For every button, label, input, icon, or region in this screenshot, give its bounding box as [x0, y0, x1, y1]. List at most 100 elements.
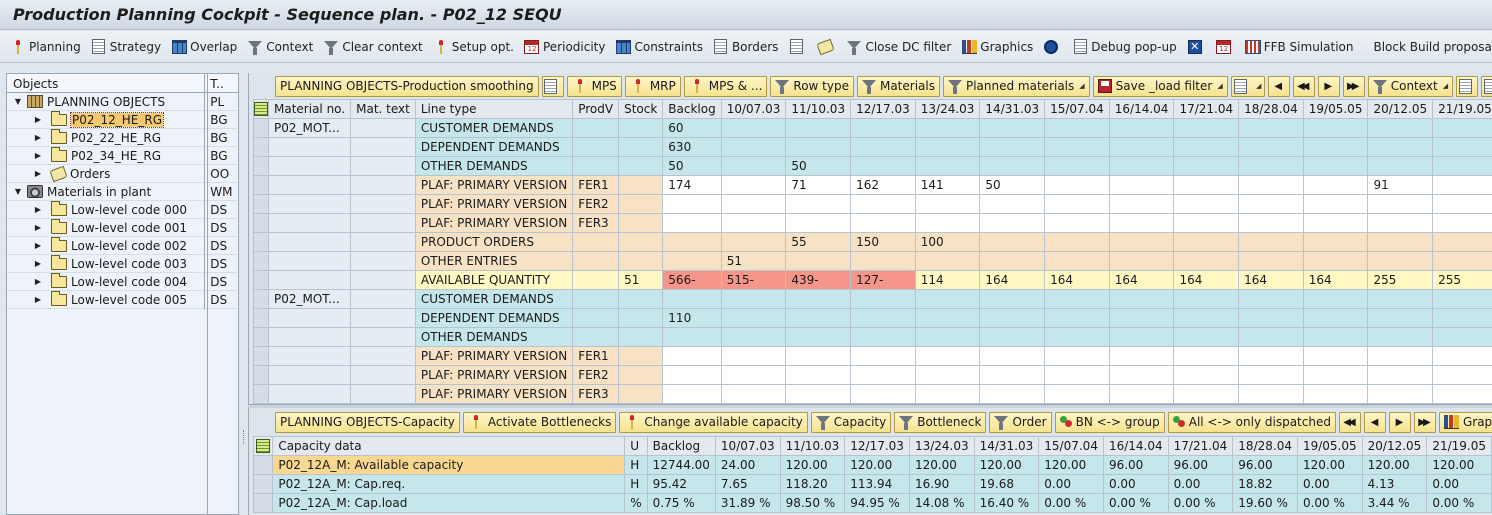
- period-cell[interactable]: [785, 251, 852, 271]
- toolbar-button-graphics[interactable]: Graphics: [961, 36, 1033, 58]
- period-cell[interactable]: 14.08 %: [908, 493, 975, 513]
- period-cell[interactable]: [914, 365, 981, 385]
- period-cell[interactable]: [1238, 365, 1304, 385]
- row-selector[interactable]: [253, 384, 269, 404]
- period-cell[interactable]: [1044, 365, 1110, 385]
- toolbar-button-debug-pop-up[interactable]: Debug pop-up: [1072, 36, 1177, 58]
- period-cell[interactable]: [914, 251, 981, 271]
- column-header[interactable]: 20/12.05: [1367, 99, 1434, 119]
- select-all-icon[interactable]: [253, 99, 269, 119]
- period-cell[interactable]: [1432, 384, 1492, 404]
- period-cell[interactable]: [1302, 251, 1369, 271]
- period-cell[interactable]: [979, 156, 1046, 176]
- period-cell[interactable]: [1302, 137, 1369, 157]
- grid-button-mps[interactable]: MPS: [566, 75, 622, 97]
- period-cell[interactable]: [785, 327, 852, 347]
- toolbar-button-scroll[interactable]: [816, 36, 836, 58]
- tree-node[interactable]: ▼ Materials in plant WM: [7, 182, 238, 201]
- period-cell[interactable]: 55: [785, 232, 852, 252]
- period-cell[interactable]: 162: [850, 175, 916, 195]
- backlog-cell[interactable]: 50: [662, 156, 722, 176]
- period-cell[interactable]: 24.00: [714, 455, 781, 475]
- period-cell[interactable]: [1432, 251, 1492, 271]
- period-cell[interactable]: [1432, 118, 1492, 138]
- period-cell[interactable]: [1044, 289, 1110, 309]
- period-cell[interactable]: 4.13: [1361, 474, 1428, 494]
- period-cell[interactable]: [1238, 118, 1304, 138]
- period-cell[interactable]: [850, 156, 916, 176]
- period-cell[interactable]: [1173, 251, 1240, 271]
- period-cell[interactable]: 120.00: [1296, 455, 1363, 475]
- tree-node-label[interactable]: Low-level code 005: [71, 293, 187, 307]
- grid-button-hierarchy[interactable]: [541, 75, 564, 97]
- toolbar-button-close-dc-filter[interactable]: Close DC filter: [846, 36, 951, 58]
- period-cell[interactable]: [1044, 156, 1110, 176]
- period-cell[interactable]: [979, 137, 1046, 157]
- expand-triangle-right-icon[interactable]: ▶: [33, 223, 43, 232]
- column-header[interactable]: 13/24.03: [908, 436, 975, 456]
- period-cell[interactable]: 7.65: [714, 474, 781, 494]
- period-cell[interactable]: 120.00: [1038, 455, 1104, 475]
- column-header[interactable]: Line type: [414, 99, 574, 119]
- capacity-data-cell[interactable]: P02_12A_M: Cap.load: [272, 493, 626, 513]
- backlog-cell[interactable]: 566-: [662, 270, 722, 290]
- material-number-cell[interactable]: [267, 270, 352, 290]
- grid-button-row-type[interactable]: Row type: [770, 75, 854, 97]
- tree-node[interactable]: ▶ Low-level code 002 DS: [7, 236, 238, 255]
- period-cell[interactable]: [1044, 213, 1110, 233]
- period-cell[interactable]: [720, 194, 787, 214]
- period-cell[interactable]: [720, 137, 787, 157]
- toolbar-button-document-list[interactable]: [788, 36, 807, 58]
- period-cell[interactable]: [1432, 289, 1492, 309]
- grid-button-planned-materials[interactable]: Planned materials ◢: [942, 75, 1090, 97]
- grid-button-last[interactable]: ▶▶: [1342, 75, 1365, 97]
- column-header[interactable]: 15/07.04: [1038, 436, 1104, 456]
- toolbar-button-planning[interactable]: Planning: [10, 36, 81, 58]
- objects-column-header[interactable]: Objects: [7, 74, 206, 92]
- period-cell[interactable]: [914, 346, 981, 366]
- period-cell[interactable]: [1173, 365, 1240, 385]
- tree-node[interactable]: ▶ P02_22_HE_RG BG: [7, 128, 238, 147]
- period-cell[interactable]: 51: [720, 251, 787, 271]
- period-cell[interactable]: [1108, 289, 1175, 309]
- period-cell[interactable]: [1367, 232, 1434, 252]
- period-cell[interactable]: [1367, 384, 1434, 404]
- period-cell[interactable]: [979, 327, 1046, 347]
- period-cell[interactable]: [979, 194, 1046, 214]
- grid-button-graphic-profiles[interactable]: Graphic Profiles◢: [1438, 411, 1492, 433]
- dropdown-arrow-icon[interactable]: ◢: [1256, 82, 1261, 90]
- period-cell[interactable]: [914, 213, 981, 233]
- toolbar-button-clear-context[interactable]: Clear context: [323, 36, 423, 58]
- period-cell[interactable]: [1432, 194, 1492, 214]
- period-cell[interactable]: [1108, 118, 1175, 138]
- period-cell[interactable]: 16.90: [908, 474, 975, 494]
- expand-triangle-right-icon[interactable]: ▶: [33, 205, 43, 214]
- period-cell[interactable]: [1108, 346, 1175, 366]
- tree-node[interactable]: ▶ Low-level code 001 DS: [7, 218, 238, 237]
- period-cell[interactable]: [1044, 346, 1110, 366]
- period-cell[interactable]: 150: [850, 232, 916, 252]
- toolbar-button-settings[interactable]: 12: [1216, 36, 1235, 58]
- period-cell[interactable]: 0.00: [1296, 474, 1363, 494]
- capacity-data-cell[interactable]: P02_12A_M: Cap.req.: [272, 474, 626, 494]
- period-cell[interactable]: [1173, 308, 1240, 328]
- period-cell[interactable]: [720, 175, 787, 195]
- column-header[interactable]: 21/19.05: [1426, 436, 1492, 456]
- period-cell[interactable]: [1432, 137, 1492, 157]
- period-cell[interactable]: [1108, 137, 1175, 157]
- period-cell[interactable]: [850, 137, 916, 157]
- period-cell[interactable]: [720, 346, 787, 366]
- period-cell[interactable]: [850, 346, 916, 366]
- period-cell[interactable]: [1173, 346, 1240, 366]
- period-cell[interactable]: [1173, 118, 1240, 138]
- expand-triangle-right-icon[interactable]: ▶: [33, 151, 43, 160]
- expand-triangle-right-icon[interactable]: ▶: [33, 277, 43, 286]
- horizontal-splitter[interactable]: [248, 404, 1492, 408]
- toolbar-button-periodicity[interactable]: 12 Periodicity: [524, 36, 605, 58]
- expand-triangle-right-icon[interactable]: ▶: [33, 115, 43, 124]
- period-cell[interactable]: 50: [785, 156, 852, 176]
- period-cell[interactable]: [1238, 137, 1304, 157]
- period-cell[interactable]: [1302, 346, 1369, 366]
- toolbar-button-constraints[interactable]: Constraints: [615, 36, 703, 58]
- period-cell[interactable]: [979, 365, 1046, 385]
